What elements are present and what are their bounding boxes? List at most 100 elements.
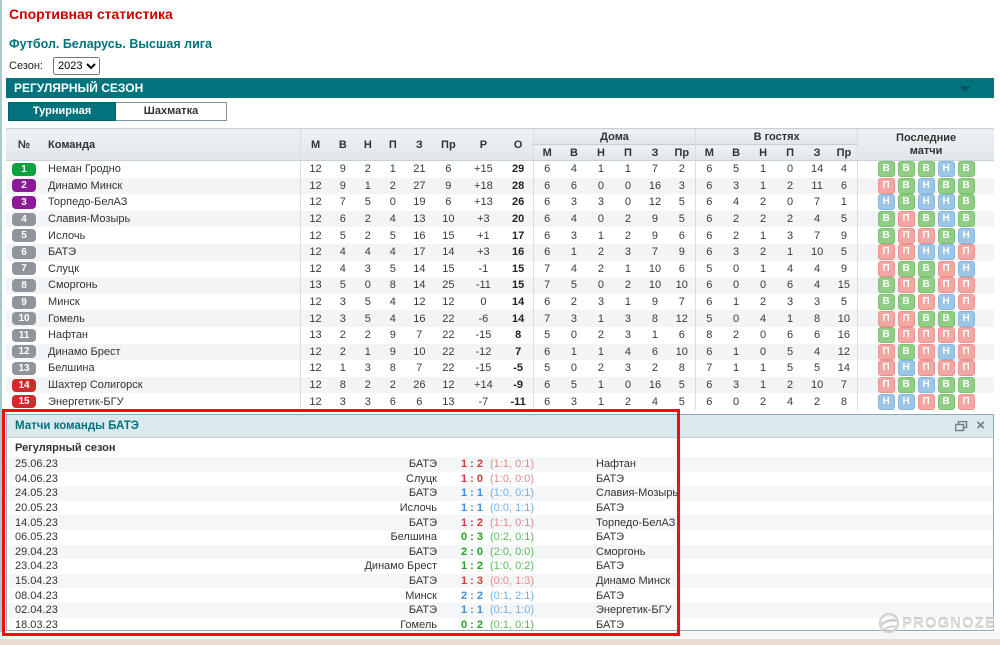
position-badge: 13 bbox=[12, 362, 36, 375]
stat-cell: 2 bbox=[355, 211, 380, 228]
team-name[interactable]: Неман Гродно bbox=[42, 161, 300, 178]
stat-cell: 16 bbox=[405, 310, 433, 327]
stat-cell: -1 bbox=[463, 261, 503, 278]
home-stat-cell: 6 bbox=[533, 194, 560, 211]
panel-header: Матчи команды БАТЭ × bbox=[7, 415, 993, 438]
table-row[interactable]: 15Энергетик-БГУ12336613-7-11631245602428… bbox=[6, 393, 994, 410]
team-name[interactable]: Славия-Мозырь bbox=[42, 211, 300, 228]
home-stat-cell: 5 bbox=[669, 393, 696, 410]
home-stat-cell: 6 bbox=[533, 377, 560, 394]
season-select[interactable]: 2023 bbox=[53, 57, 100, 75]
stat-cell: 6 bbox=[330, 211, 355, 228]
match-away-team: БАТЭ bbox=[596, 531, 624, 543]
match-halftime-score: (1:0, 0:0) bbox=[490, 473, 586, 485]
team-name[interactable]: Слуцк bbox=[42, 261, 300, 278]
season-row: Сезон: 2023 bbox=[9, 57, 100, 75]
table-row[interactable]: 2Динамо Минск12912279+182866001636312116… bbox=[6, 178, 994, 195]
stat-cell: 25 bbox=[433, 277, 463, 294]
collapse-section-icon[interactable] bbox=[960, 86, 970, 92]
stat-cell: 14 bbox=[503, 310, 533, 327]
table-row[interactable]: 9Минск123541212014623197612335ВВПНП bbox=[6, 294, 994, 311]
team-name[interactable]: Сморгонь bbox=[42, 277, 300, 294]
form-badge: В bbox=[898, 261, 915, 277]
away-stat-cell: 5 bbox=[696, 310, 723, 327]
away-stat-cell: 6 bbox=[696, 161, 723, 178]
away-stat-cell: 6 bbox=[804, 327, 831, 344]
team-name[interactable]: Нафтан bbox=[42, 327, 300, 344]
home-stat-cell: 3 bbox=[560, 393, 587, 410]
stat-cell: 6 bbox=[380, 393, 405, 410]
stat-cell: 15 bbox=[503, 261, 533, 278]
league-subtitle: Футбол. Беларусь. Высшая лига bbox=[9, 37, 212, 51]
form-badge: П bbox=[898, 244, 915, 260]
table-row[interactable]: 1Неман Гродно12921216+15296411726510144В… bbox=[6, 161, 994, 178]
team-name[interactable]: Энергетик-БГУ bbox=[42, 393, 300, 410]
table-row[interactable]: 6БАТЭ124441714+3166123796321105ППННП bbox=[6, 244, 994, 261]
home-stat-cell: 6 bbox=[533, 244, 560, 261]
home-stat-cell: 9 bbox=[641, 294, 668, 311]
team-name[interactable]: БАТЭ bbox=[42, 244, 300, 261]
col-header-away: В bbox=[723, 145, 750, 161]
home-stat-cell: 16 bbox=[641, 377, 668, 394]
position-cell: 13 bbox=[6, 360, 42, 377]
form-badge: В bbox=[878, 327, 895, 343]
close-icon[interactable]: × bbox=[976, 419, 985, 433]
stat-cell: 9 bbox=[330, 178, 355, 195]
table-row[interactable]: 12Динамо Брест122191022-1276114610610541… bbox=[6, 344, 994, 361]
form-badge: Н bbox=[938, 161, 955, 177]
home-stat-cell: 2 bbox=[587, 261, 614, 278]
home-stat-cell: 0 bbox=[560, 327, 587, 344]
match-halftime-score: (0:2, 0:1) bbox=[490, 531, 586, 543]
section-header-bar[interactable]: РЕГУЛЯРНЫЙ СЕЗОН bbox=[6, 78, 994, 98]
home-stat-cell: 3 bbox=[614, 327, 641, 344]
tab-chessboard[interactable]: Шахматка bbox=[116, 102, 227, 121]
col-header-main: В bbox=[330, 129, 355, 161]
table-row[interactable]: 4Славия-Мозырь126241310+320640295622245В… bbox=[6, 211, 994, 228]
position-cell: 5 bbox=[6, 227, 42, 244]
col-header-home: М bbox=[533, 145, 560, 161]
away-stat-cell: 1 bbox=[750, 161, 777, 178]
popup-window-icon[interactable] bbox=[955, 421, 968, 432]
table-row[interactable]: 3Торпедо-БелАЗ12750196+13266330125642071… bbox=[6, 194, 994, 211]
table-row[interactable]: 7Слуцк124351415-1157421106501449ПВВПН bbox=[6, 261, 994, 278]
stat-cell: 15 bbox=[433, 261, 463, 278]
position-cell: 8 bbox=[6, 277, 42, 294]
team-name[interactable]: Ислочь bbox=[42, 227, 300, 244]
table-row[interactable]: 11Нафтан13229722-1585023168206616ВПППП bbox=[6, 327, 994, 344]
team-name[interactable]: Торпедо-БелАЗ bbox=[42, 194, 300, 211]
table-row[interactable]: 14Шахтер Солигорск128222612+14-965101656… bbox=[6, 377, 994, 394]
team-name[interactable]: Минск bbox=[42, 294, 300, 311]
away-stat-cell: 0 bbox=[723, 277, 750, 294]
stat-cell: 8 bbox=[503, 327, 533, 344]
match-date: 02.04.23 bbox=[7, 604, 107, 616]
stat-cell: 13 bbox=[300, 327, 330, 344]
match-date: 24.05.23 bbox=[7, 487, 107, 499]
away-stat-cell: 6 bbox=[777, 327, 804, 344]
team-name[interactable]: Гомель bbox=[42, 310, 300, 327]
table-row[interactable]: 10Гомель123541622-61473138125041810ППВВН bbox=[6, 310, 994, 327]
tab-tournament-table[interactable]: Турнирная таблица bbox=[8, 102, 116, 121]
team-name[interactable]: Динамо Брест bbox=[42, 344, 300, 361]
form-badge: В bbox=[898, 377, 915, 393]
away-stat-cell: 2 bbox=[750, 294, 777, 311]
home-stat-cell: 2 bbox=[614, 227, 641, 244]
match-away-team: БАТЭ bbox=[596, 502, 624, 514]
position-badge: 8 bbox=[12, 279, 36, 292]
table-row[interactable]: 13Белшина12138722-15-55023287115514ПНППП bbox=[6, 360, 994, 377]
col-header-main: П bbox=[380, 129, 405, 161]
form-badge: В bbox=[938, 377, 955, 393]
stat-cell: 26 bbox=[503, 194, 533, 211]
away-stat-cell: 6 bbox=[696, 178, 723, 195]
away-stat-cell: 0 bbox=[750, 277, 777, 294]
home-stat-cell: 4 bbox=[560, 261, 587, 278]
team-name[interactable]: Шахтер Солигорск bbox=[42, 377, 300, 394]
home-stat-cell: 10 bbox=[641, 277, 668, 294]
home-stat-cell: 0 bbox=[614, 194, 641, 211]
team-name[interactable]: Белшина bbox=[42, 360, 300, 377]
team-name[interactable]: Динамо Минск bbox=[42, 178, 300, 195]
form-badge: Н bbox=[918, 377, 935, 393]
stat-cell: 2 bbox=[355, 377, 380, 394]
table-row[interactable]: 8Сморгонь135081425-1115750210106006415ВП… bbox=[6, 277, 994, 294]
last-matches-cell: ВПППП bbox=[858, 327, 994, 344]
table-row[interactable]: 5Ислочь125251615+117631296621379ВППВН bbox=[6, 227, 994, 244]
